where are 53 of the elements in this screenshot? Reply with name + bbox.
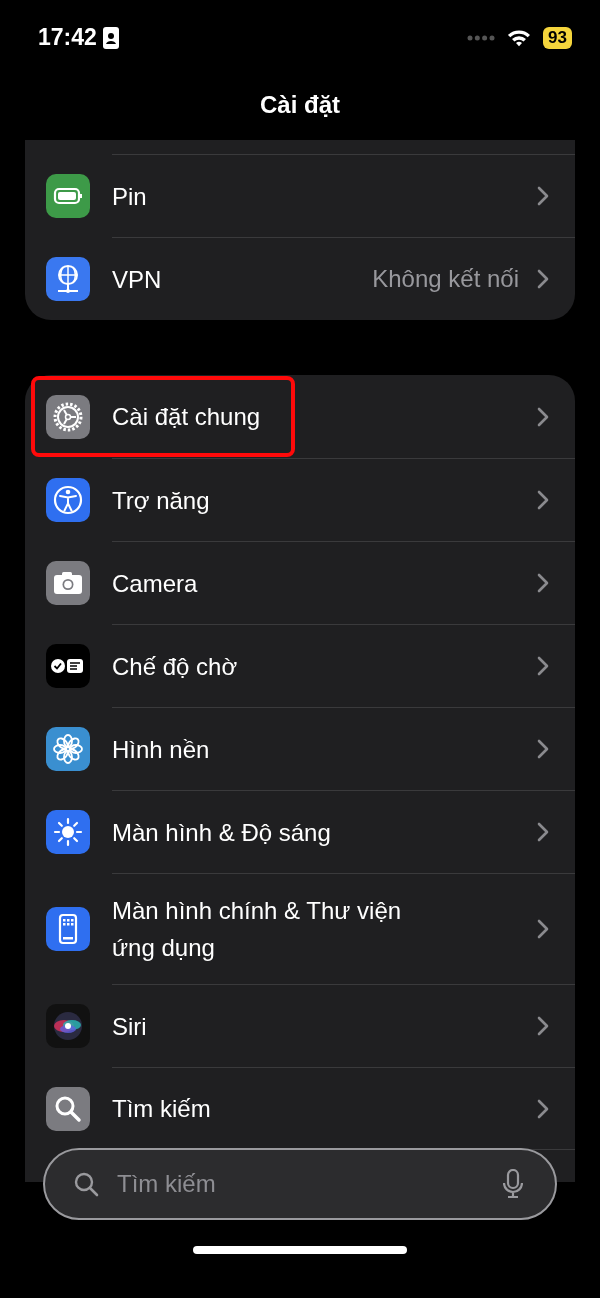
- sun-icon: [46, 809, 90, 854]
- settings-row[interactable]: Siri: [25, 984, 575, 1067]
- settings-row[interactable]: Camera: [25, 541, 575, 624]
- chevron-icon: [537, 1016, 549, 1036]
- camera-icon: [46, 560, 90, 605]
- row-label: Tìm kiếm: [112, 1094, 212, 1124]
- gear-icon: [46, 394, 90, 439]
- wifi-icon: [507, 28, 532, 47]
- settings-row[interactable]: Hình nền: [25, 707, 575, 790]
- row-label: Cài đặt chung: [112, 402, 262, 432]
- search-icon: [46, 1086, 90, 1131]
- phone-grid-icon: [46, 906, 90, 951]
- row-label: Camera: [112, 568, 199, 599]
- page-title: Cài đặt: [259, 90, 341, 120]
- accessibility-icon: [46, 477, 90, 522]
- chevron-icon: [537, 490, 549, 510]
- globe-icon: [46, 256, 90, 301]
- chevron-icon: [537, 919, 549, 939]
- status-time: 17:42: [38, 24, 97, 51]
- chevron-icon: [537, 739, 549, 759]
- battery-icon: [46, 173, 90, 218]
- flower-icon: [46, 726, 90, 771]
- settings-row[interactable]: Cài đặt chung: [25, 375, 575, 458]
- settings-row[interactable]: Pin: [25, 154, 575, 237]
- battery-level: 93: [543, 26, 572, 49]
- contact-card-icon: [102, 26, 119, 49]
- row-label: Siri: [112, 1011, 148, 1042]
- chevron-icon: [537, 573, 549, 593]
- row-label: Hình nền: [112, 734, 211, 765]
- settings-row[interactable]: VPN Không kết nối: [25, 237, 575, 320]
- signal-dots-icon: [467, 34, 496, 41]
- chevron-icon: [537, 822, 549, 842]
- settings-row[interactable]: Chế độ chờ: [25, 624, 575, 707]
- clock-widget-icon: [46, 643, 90, 688]
- row-label: Chế độ chờ: [112, 651, 239, 682]
- row-label: VPN: [112, 264, 163, 295]
- row-label: Trợ năng: [112, 485, 211, 516]
- settings-row[interactable]: Màn hình & Độ sáng: [25, 790, 575, 873]
- row-label: Màn hình & Độ sáng: [112, 817, 332, 848]
- settings-row[interactable]: Trợ năng: [25, 458, 575, 541]
- search-icon: [73, 1171, 99, 1197]
- chevron-icon: [537, 186, 549, 206]
- chevron-icon: [537, 656, 549, 676]
- microphone-icon[interactable]: [503, 1169, 523, 1199]
- row-value: Không kết nối: [372, 265, 519, 293]
- chevron-icon: [537, 1098, 549, 1119]
- search-field[interactable]: Tìm kiếm: [43, 1148, 557, 1220]
- row-label: Màn hình chính & Thư viện ứng dụng: [112, 896, 403, 963]
- chevron-icon: [537, 406, 549, 427]
- chevron-icon: [537, 269, 549, 289]
- settings-row[interactable]: Màn hình chính & Thư viện ứng dụng: [25, 873, 575, 984]
- row-label: Pin: [112, 181, 148, 212]
- orb-icon: [46, 1003, 90, 1048]
